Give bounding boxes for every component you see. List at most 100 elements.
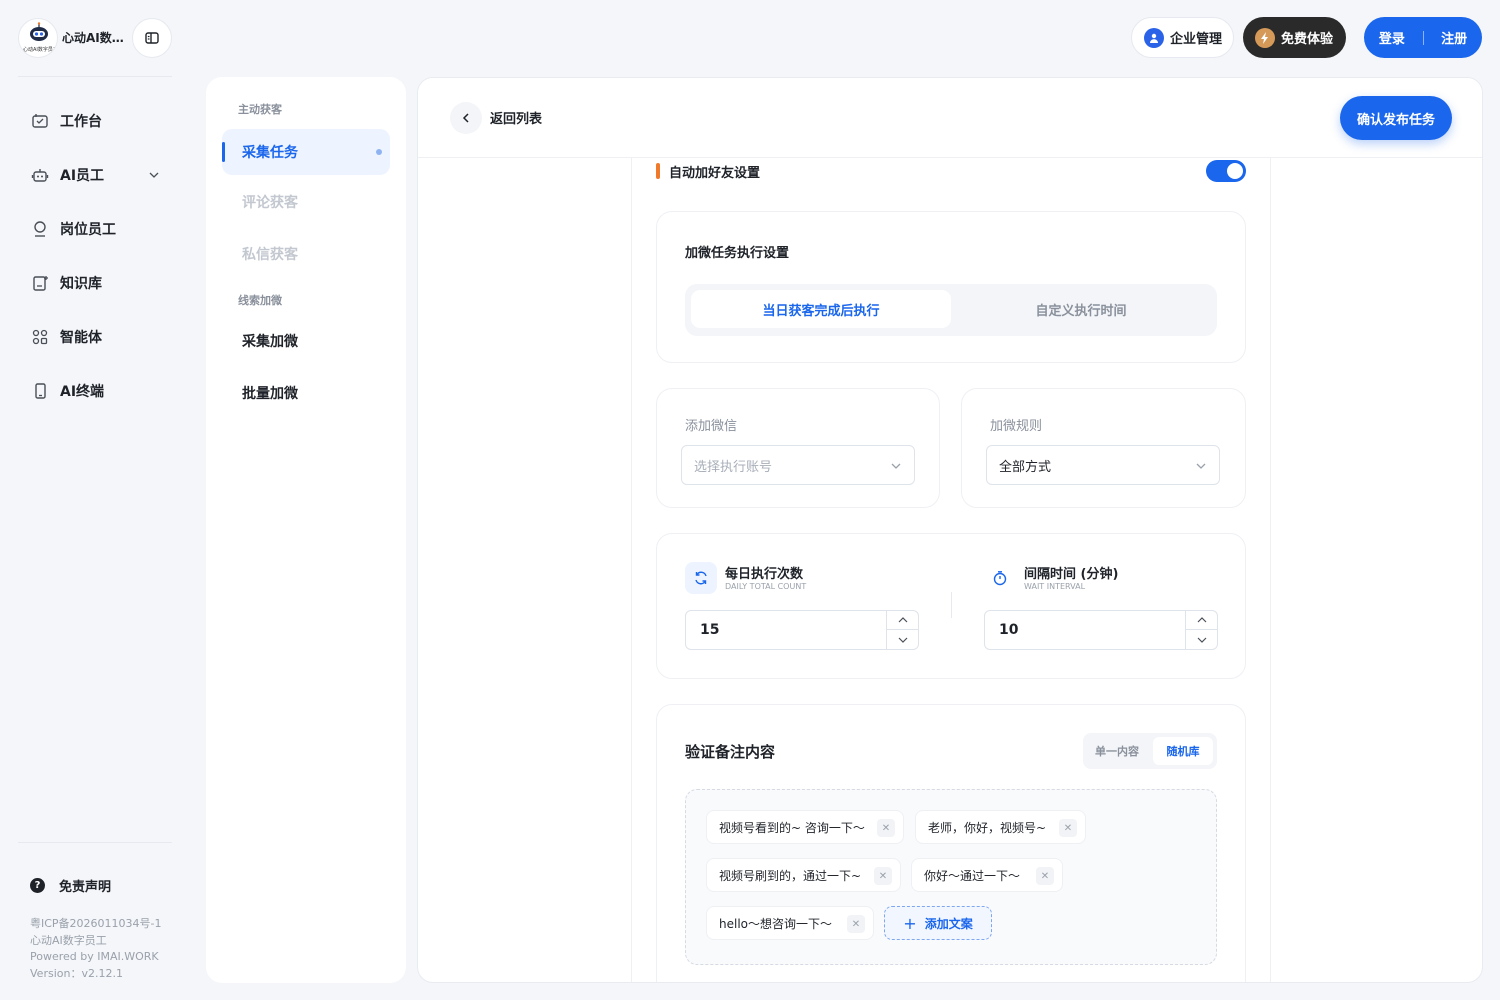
remark-tag-text: 老师，你好，视频号~ — [928, 820, 1047, 835]
remark-tag[interactable]: 视频号刷到的，通过一下~ ✕ — [706, 858, 901, 892]
login-button[interactable]: 登录 — [1379, 28, 1405, 47]
daily-count-value[interactable]: 15 — [700, 622, 719, 638]
section-title: 自动加好友设置 — [656, 162, 760, 181]
subnav-item-collect-task[interactable]: 采集任务 — [222, 129, 390, 175]
subnav-item-batch-add-wechat[interactable]: 批量加微 — [242, 384, 298, 404]
subnav-group-lead-wechat: 线索加微 — [238, 294, 282, 307]
increment-button[interactable] — [887, 611, 919, 630]
sidebar-divider — [18, 842, 172, 843]
sidebar-item-label: AI员工 — [60, 168, 105, 184]
remark-tag[interactable]: 视频号看到的~ 咨询一下～ ✕ — [706, 810, 904, 844]
footer-powered: Powered by IMAI.WORK — [30, 950, 159, 963]
brand-logo[interactable]: 心动AI数字员工 — [18, 18, 58, 58]
refresh-icon — [685, 562, 717, 594]
interval-title: 间隔时间 (分钟) — [1024, 567, 1119, 582]
execution-account-placeholder: 选择执行账号 — [694, 459, 773, 475]
register-button[interactable]: 注册 — [1441, 28, 1467, 47]
close-icon[interactable]: ✕ — [877, 819, 895, 837]
agent-grid-icon — [30, 327, 50, 347]
chevron-down-icon — [891, 463, 901, 469]
robot-icon — [30, 165, 50, 185]
stepper-buttons — [886, 611, 919, 649]
add-wechat-card: 添加微信 选择执行账号 — [656, 388, 940, 508]
close-icon[interactable]: ✕ — [847, 915, 865, 933]
back-button[interactable] — [450, 102, 482, 134]
add-wechat-label: 添加微信 — [685, 419, 738, 434]
mode-random-option[interactable]: 随机库 — [1153, 737, 1213, 765]
chevron-down-icon[interactable] — [148, 169, 160, 181]
brand-name: 心动AI数字员工 — [62, 31, 128, 45]
disclaimer-link[interactable]: ? 免责声明 — [30, 874, 111, 896]
footer-version: Version：v2.12.1 — [30, 966, 123, 980]
remark-tag[interactable]: 你好～通过一下～ ✕ — [911, 858, 1063, 892]
increment-button[interactable] — [1186, 611, 1218, 630]
subnav-item-comment-acquisition[interactable]: 评论获客 — [242, 193, 298, 213]
subnav-item-collect-add-wechat[interactable]: 采集加微 — [242, 332, 298, 352]
interval-value[interactable]: 10 — [999, 622, 1018, 638]
decrement-button[interactable] — [887, 630, 919, 649]
execution-account-select[interactable]: 选择执行账号 — [681, 445, 915, 485]
plus-icon: + — [903, 913, 917, 933]
sidebar-item-position-staff[interactable]: 岗位员工 — [30, 211, 170, 247]
subnav-item-dm-acquisition[interactable]: 私信获客 — [242, 245, 298, 265]
decrement-button[interactable] — [1186, 630, 1218, 649]
verification-remark-title: 验证备注内容 — [685, 743, 776, 761]
exec-custom-time-option[interactable]: 自定义执行时间 — [951, 290, 1211, 328]
remark-tag[interactable]: hello～想咨询一下～ ✕ — [706, 906, 874, 940]
daily-count-stepper[interactable]: 15 — [685, 610, 919, 650]
interval-subtitle: WAIT INTERVAL — [1024, 582, 1086, 591]
icp-number[interactable]: 粤ICP备2026011034号-1 — [30, 916, 162, 933]
sidebar-item-agent[interactable]: 智能体 — [30, 319, 170, 355]
mode-single-option[interactable]: 单一内容 — [1087, 737, 1147, 765]
free-trial-label: 免费体验 — [1281, 32, 1334, 47]
sidebar: 心动AI数字员工 心动AI数字员工 工作台 AI员工 岗位员工 — [0, 0, 190, 1000]
close-icon[interactable]: ✕ — [874, 867, 892, 885]
close-icon[interactable]: ✕ — [1036, 867, 1054, 885]
robot-mascot-icon — [30, 22, 48, 41]
close-icon[interactable]: ✕ — [1059, 819, 1077, 837]
interval-stepper[interactable]: 10 — [984, 610, 1218, 650]
brand: 心动AI数字员工 心动AI数字员工 — [18, 18, 174, 58]
active-indicator — [222, 142, 225, 162]
confirm-publish-button[interactable]: 确认发布任务 — [1340, 96, 1452, 140]
sidebar-item-label: 智能体 — [60, 330, 102, 346]
sub-navigation: 主动获客 采集任务 评论获客 私信获客 线索加微 采集加微 批量加微 — [206, 77, 406, 983]
disclaimer-label: 免责声明 — [59, 879, 112, 895]
sidebar-item-ai-terminal[interactable]: AI终端 — [30, 373, 170, 409]
auth-divider — [1422, 30, 1424, 45]
exec-settings-card: 加微任务执行设置 当日获客完成后执行 自定义执行时间 — [656, 211, 1246, 363]
exec-after-acquisition-option[interactable]: 当日获客完成后执行 — [691, 290, 951, 328]
free-trial-button[interactable]: 免费体验 — [1243, 17, 1346, 58]
add-copy-button[interactable]: + 添加文案 — [884, 906, 992, 940]
sidebar-toggle-icon — [145, 32, 159, 44]
collapse-sidebar-button[interactable] — [132, 18, 172, 58]
active-dot — [376, 149, 382, 155]
auto-add-friend-toggle[interactable] — [1206, 160, 1246, 182]
remark-tag[interactable]: 老师，你好，视频号~ ✕ — [915, 810, 1086, 844]
metric-divider — [951, 592, 952, 618]
sidebar-item-label: 工作台 — [60, 114, 102, 130]
footer-info: 粤ICP备2026011034号-1 心动AI数字员工 Powered by I… — [30, 916, 162, 982]
sidebar-item-ai-staff[interactable]: AI员工 — [30, 157, 170, 193]
remark-tag-text: 视频号看到的~ 咨询一下～ — [719, 820, 865, 835]
remark-mode-toggle: 单一内容 随机库 — [1083, 733, 1217, 769]
enterprise-label: 企业管理 — [1170, 32, 1223, 47]
enterprise-management-button[interactable]: 企业管理 — [1131, 17, 1234, 58]
workbench-icon — [30, 111, 50, 131]
question-icon: ? — [30, 877, 45, 893]
chevron-down-icon — [1197, 637, 1207, 643]
daily-count-subtitle: DAILY TOTAL COUNT — [725, 582, 807, 591]
section-marker — [656, 163, 660, 179]
sidebar-item-label: 知识库 — [60, 276, 102, 292]
back-to-list-link[interactable]: 返回列表 — [490, 108, 542, 127]
sidebar-item-workbench[interactable]: 工作台 — [30, 103, 170, 139]
auth-button-group: 登录 注册 — [1364, 17, 1482, 58]
add-rule-select[interactable]: 全部方式 — [986, 445, 1220, 485]
exec-settings-title: 加微任务执行设置 — [685, 246, 790, 261]
sidebar-item-knowledge[interactable]: 知识库 — [30, 265, 170, 301]
brand-logo-caption: 心动AI数字员工 — [23, 47, 55, 53]
remark-tag-text: 你好～通过一下～ — [924, 868, 1021, 883]
sidebar-divider — [18, 76, 172, 77]
sidebar-item-label: 岗位员工 — [60, 222, 116, 238]
lightning-icon — [1255, 27, 1275, 48]
